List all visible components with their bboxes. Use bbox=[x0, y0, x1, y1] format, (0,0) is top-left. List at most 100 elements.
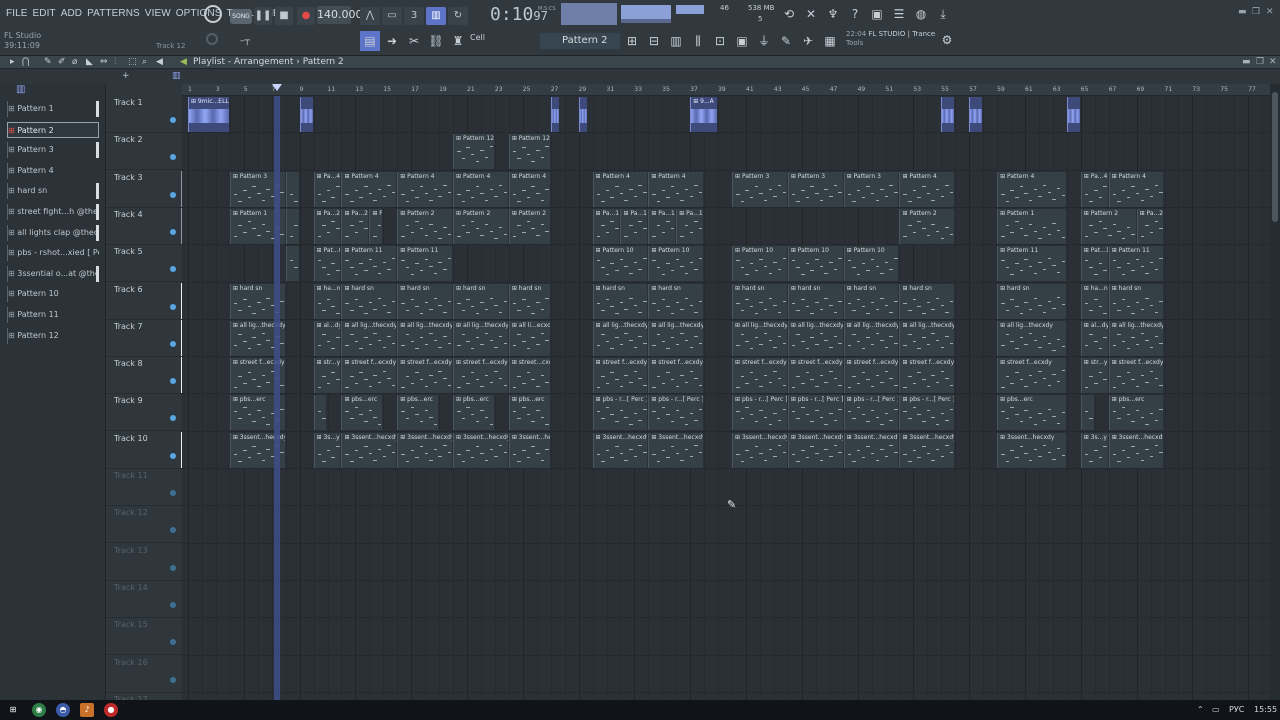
track-mute-led[interactable] bbox=[170, 191, 176, 198]
select-tool-icon[interactable]: ⬚ bbox=[128, 57, 137, 67]
audio-clip[interactable] bbox=[578, 97, 588, 132]
track-header[interactable]: Track 13 bbox=[106, 544, 182, 581]
picker-item[interactable]: ⊞ Pattern 12 bbox=[7, 327, 99, 344]
audio-clip[interactable] bbox=[550, 97, 560, 132]
pattern-clip[interactable]: ⊞ all lig...thecxdy bbox=[843, 320, 899, 356]
microphone-icon[interactable]: ♆ bbox=[824, 5, 842, 23]
chrome-icon[interactable]: ◉ bbox=[32, 703, 46, 717]
delete-tool-icon[interactable]: ⌀ bbox=[72, 57, 77, 67]
pattern-clip[interactable]: ⊞ Pa...1 bbox=[369, 208, 383, 244]
channel-rack-icon[interactable]: ⊟ bbox=[644, 31, 664, 51]
pattern-clip[interactable]: ⊞ street f...ecxdy bbox=[843, 358, 899, 394]
pattern-clip[interactable]: ⊞ str...y bbox=[1080, 358, 1108, 394]
picker-item[interactable]: ⊞ Pattern 2 bbox=[7, 121, 99, 138]
nudge-icon[interactable]: –┬ bbox=[235, 31, 255, 51]
picker-item[interactable]: ⊞ all lights clap @thecxdy bbox=[7, 224, 99, 241]
timeline-ruler[interactable]: 1 3 5 7 9 11 13 15 17 19 21 23 25 27 29 31 33 35 37 39 41 43 4… bbox=[182, 84, 1270, 96]
tempo-display[interactable]: 140.000 bbox=[317, 6, 363, 24]
files-icon[interactable]: ▣ bbox=[732, 31, 752, 51]
pattern-clip[interactable]: ⊞ 3ssent...hecxdy bbox=[732, 432, 787, 468]
pattern-clip[interactable]: ⊞ all lig...thecxdy bbox=[787, 320, 843, 356]
pattern-clip[interactable]: ⊞ 3ssent...hecxdy bbox=[592, 432, 648, 468]
track-name[interactable]: Track 15 bbox=[114, 620, 148, 629]
playback-tool-icon[interactable]: ◀ bbox=[156, 57, 163, 67]
pattern-clip[interactable]: ⊞ 3ssent...hecxdy bbox=[1108, 432, 1164, 468]
pattern-clip[interactable] bbox=[1080, 395, 1094, 431]
pattern-clip[interactable]: ⊞ Pattern 12 bbox=[453, 134, 494, 170]
master-volume-knob[interactable] bbox=[204, 5, 222, 23]
pattern-clip[interactable]: ⊞ al...dy bbox=[1080, 320, 1108, 356]
pattern-clip[interactable]: ⊞ all lig...thecxdy bbox=[899, 320, 955, 356]
mixer-view-icon[interactable]: ▥ bbox=[666, 31, 686, 51]
track-name[interactable]: Track 10 bbox=[114, 434, 148, 443]
track-mute-led[interactable] bbox=[170, 378, 176, 385]
pattern-clip[interactable]: ⊞ ha...n bbox=[1080, 283, 1108, 319]
audio-clip[interactable] bbox=[299, 97, 313, 132]
pattern-clip[interactable]: ⊞ 3ssent...hecxdy bbox=[508, 432, 550, 468]
arrow-right-icon[interactable]: ➜ bbox=[382, 31, 402, 51]
pattern-clip[interactable]: ⊞ ha...n bbox=[313, 283, 341, 319]
pattern-clip[interactable]: ⊞ Pa...4 bbox=[1080, 171, 1108, 207]
piano-roll-icon[interactable]: ⊞ bbox=[622, 31, 642, 51]
pattern-clip[interactable]: ⊞ Pa...2 bbox=[341, 208, 369, 244]
pattern-clip[interactable]: ⊞ all lig...thecxdy bbox=[453, 320, 508, 356]
pattern-clip[interactable]: ⊞ Pattern 2 bbox=[508, 208, 550, 244]
pattern-clip[interactable]: ⊞ 3ssent...hecxdy bbox=[648, 432, 704, 468]
track-header[interactable]: Track 14 bbox=[106, 581, 182, 618]
download-icon[interactable]: ⤓ bbox=[934, 5, 952, 23]
slip-tool-icon[interactable]: ⇔ bbox=[100, 57, 108, 67]
picker-item[interactable]: ⊞ street fight...h @thecxdy bbox=[7, 204, 99, 220]
news-panel[interactable]: 22:04 FL STUDIO | Trance Tools bbox=[846, 30, 936, 48]
pattern-clip[interactable]: ⊞ hard sn bbox=[341, 283, 397, 319]
pattern-clip[interactable] bbox=[285, 246, 299, 282]
pattern-clip[interactable]: ⊞ Pattern 4 bbox=[1108, 171, 1164, 207]
pattern-clip[interactable]: ⊞ Pattern 3 bbox=[732, 171, 787, 207]
pattern-clip[interactable]: ⊞ Pa...1 bbox=[676, 208, 704, 244]
pattern-clip[interactable]: ⊞ 3s...y bbox=[313, 432, 341, 468]
track-name[interactable]: Track 1 bbox=[114, 98, 143, 107]
arrange-arrow-icon[interactable]: ◀ bbox=[180, 57, 187, 67]
pattern-clip[interactable]: ⊞ pbs...erc bbox=[1108, 395, 1164, 431]
pattern-clip[interactable]: ⊞ pbs - r...[ Perc ] bbox=[732, 395, 787, 431]
picker-item[interactable]: ⊞ Pattern 4 bbox=[7, 162, 99, 179]
pattern-clip[interactable]: ⊞ hard sn bbox=[732, 283, 787, 319]
track-mute-led[interactable] bbox=[170, 490, 176, 496]
pattern-clip[interactable]: ⊞ street f...ecxdy bbox=[592, 358, 648, 394]
pattern-clip[interactable]: ⊞ Pat...0 bbox=[313, 246, 341, 282]
picker-item[interactable]: ⊞ pbs - rshot...xied [ Perc ] bbox=[7, 245, 99, 262]
playlist-close-icon[interactable]: ✕ bbox=[1269, 57, 1277, 67]
menu-item-patterns[interactable]: PATTERNS bbox=[87, 8, 140, 19]
track-header[interactable]: Track 11 bbox=[106, 469, 182, 506]
pattern-clip[interactable]: ⊞ Pa...1 bbox=[592, 208, 620, 244]
loop-record-icon[interactable]: ↻ bbox=[448, 7, 468, 25]
mixer-faders-icon[interactable]: ⫼ bbox=[688, 31, 708, 51]
vertical-scrollbar[interactable] bbox=[1270, 84, 1280, 700]
pattern-clip[interactable]: ⊞ Pattern 11 bbox=[341, 246, 397, 282]
picker-item[interactable]: ⊞ Pattern 11 bbox=[7, 307, 99, 323]
close-icon[interactable]: ✕ bbox=[1266, 7, 1274, 17]
track-name[interactable]: Track 12 bbox=[114, 508, 148, 517]
pattern-clip[interactable]: ⊞ all lig...thecxdy bbox=[732, 320, 787, 356]
pattern-clip[interactable]: ⊞ pbs...erc bbox=[997, 395, 1066, 431]
playlist-overview-bar[interactable]: + ▥ bbox=[0, 70, 1280, 84]
pattern-clip[interactable]: ⊞ 3s...y bbox=[1080, 432, 1108, 468]
playlist-maximize-icon[interactable]: ❐ bbox=[1256, 57, 1264, 67]
pattern-clip[interactable]: ⊞ street...cxdy bbox=[508, 358, 550, 394]
pause-button[interactable]: ❚❚ bbox=[254, 7, 272, 25]
pattern-clip[interactable]: ⊞ Pa...1 bbox=[620, 208, 648, 244]
fx-icon[interactable]: ✈ bbox=[798, 31, 818, 51]
chat-icon[interactable]: ◍ bbox=[912, 5, 930, 23]
track-header[interactable]: Track 16 bbox=[106, 656, 182, 693]
track-name[interactable]: Track 9 bbox=[114, 396, 143, 405]
pattern-clip[interactable]: ⊞ hard sn bbox=[899, 283, 955, 319]
magnet-icon[interactable]: ⋂ bbox=[22, 57, 29, 67]
plug-icon[interactable]: ⏚ bbox=[754, 31, 774, 51]
pattern-clip[interactable]: ⊞ pbs...erc bbox=[397, 395, 439, 431]
pattern-clip[interactable]: ⊞ Pattern 10 bbox=[592, 246, 648, 282]
pattern-clip[interactable]: ⊞ street f...ecxdy bbox=[341, 358, 397, 394]
pattern-clip[interactable]: ⊞ Pa...4 bbox=[313, 171, 341, 207]
pattern-clip[interactable]: ⊞ street f...ecxdy bbox=[899, 358, 955, 394]
pattern-clip[interactable]: ⊞ all lig...thecxdy bbox=[341, 320, 397, 356]
pattern-clip[interactable]: ⊞ all lig...thecxdy bbox=[648, 320, 704, 356]
track-header[interactable]: Track 6 bbox=[106, 282, 186, 320]
